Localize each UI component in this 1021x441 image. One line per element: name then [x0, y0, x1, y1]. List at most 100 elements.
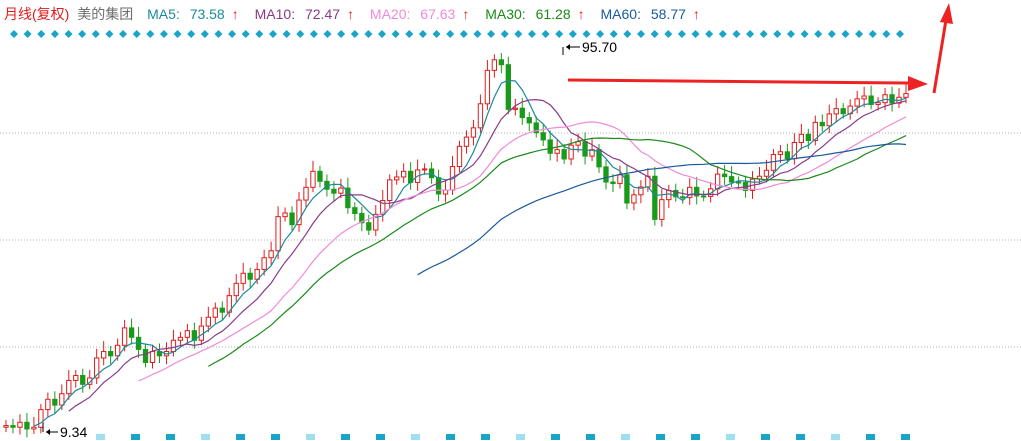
bottom-marker-icon [831, 434, 840, 440]
event-marker-icon [732, 30, 741, 38]
event-marker-icon [623, 30, 632, 38]
candle-body [512, 107, 518, 110]
event-marker-icon [309, 30, 318, 38]
candle-body [289, 212, 295, 226]
candle-body [282, 212, 288, 218]
candle-body [366, 222, 372, 231]
ma20-label: MA20: [369, 6, 411, 22]
candle-body [763, 169, 770, 177]
ma10-trend-icon: ↑ [347, 6, 355, 22]
event-marker-icon [364, 30, 373, 38]
candle-body [121, 327, 128, 346]
bottom-marker-icon [726, 434, 735, 440]
event-marker-icon [146, 30, 155, 38]
candle-body [631, 194, 637, 204]
candle-body [17, 421, 23, 428]
bottom-marker-icon [796, 434, 805, 440]
candle-body [80, 374, 86, 385]
high-price-label: 95.70 [582, 39, 617, 55]
candle-body [275, 216, 281, 252]
ma5-label: MA5: [147, 6, 180, 22]
event-marker-icon [173, 30, 182, 38]
candle-body [547, 139, 553, 154]
candle-body [352, 207, 358, 214]
ma10-value: 72.47 [304, 6, 341, 22]
bottom-marker-icon [306, 434, 315, 440]
event-marker-icon [37, 30, 46, 38]
candle-body [303, 186, 309, 201]
candle-body [526, 117, 532, 124]
ma60-value: 58.77 [650, 6, 686, 22]
bottom-marker-icon [376, 434, 385, 440]
candle-body [38, 409, 44, 428]
event-marker-icon [882, 30, 891, 38]
candle-body [777, 151, 784, 156]
event-marker-icon [746, 30, 755, 38]
ma30-value: 61.28 [535, 6, 571, 22]
bottom-marker-icon [166, 434, 175, 440]
event-marker-icon [786, 30, 795, 38]
bottom-marker-icon [621, 434, 630, 440]
stock-name: 美的集团 [77, 6, 134, 22]
candle-body [554, 149, 560, 154]
bottom-marker-icon [586, 434, 595, 440]
candle-body [107, 351, 114, 357]
event-marker-icon [500, 30, 509, 38]
candle-body [882, 94, 888, 104]
event-marker-icon [268, 30, 277, 38]
event-marker-icon [705, 30, 714, 38]
indicator-legend: 月线(复权) 美的集团 MA5: 73.58 ↑ MA10: 72.47 ↑ MA2… [4, 3, 712, 25]
event-marker-icon [827, 30, 836, 38]
candle-body [212, 307, 218, 318]
event-marker-icon [214, 30, 223, 38]
candle-body [10, 425, 16, 428]
candle-body [310, 170, 316, 188]
candle-body [498, 59, 505, 66]
bottom-marker-icon [516, 434, 525, 440]
bottom-marker-icon [656, 434, 665, 440]
event-marker-icon [759, 30, 768, 38]
candle-body [861, 95, 867, 100]
candle-body [331, 188, 337, 194]
candle-body [477, 103, 484, 129]
candle-body [491, 59, 498, 71]
candle-body [59, 393, 65, 406]
event-marker-icon [814, 30, 823, 38]
event-marker-icon [568, 30, 577, 38]
event-marker-icon [650, 30, 659, 38]
bottom-marker-icon [96, 434, 105, 440]
candle-body [142, 348, 149, 363]
ma5-indicator: MA5: 73.58 ↑ [147, 6, 245, 22]
candle-body [3, 425, 9, 428]
candle-body [394, 176, 400, 181]
candle-body [387, 179, 393, 201]
candle-body [401, 170, 407, 178]
candle-body [819, 121, 825, 127]
upward-arrow-line [932, 19, 948, 94]
event-marker-icon [119, 30, 128, 38]
candle-body [24, 421, 30, 430]
candle-body [484, 69, 491, 105]
candle-body [52, 398, 58, 406]
event-marker-row [10, 30, 904, 38]
event-marker-icon [405, 30, 414, 38]
event-marker-icon [527, 30, 536, 38]
bottom-marker-icon [446, 434, 455, 440]
bottom-marker-icon [551, 434, 560, 440]
event-marker-icon [800, 30, 809, 38]
event-marker-icon [432, 30, 441, 38]
candle-body [680, 196, 686, 199]
candle-body [73, 374, 79, 381]
candle-body [714, 173, 721, 190]
candle-body [519, 107, 525, 119]
event-marker-icon [555, 30, 564, 38]
event-marker-icon [677, 30, 686, 38]
event-marker-icon [337, 30, 346, 38]
candlesticks [3, 53, 909, 438]
ma30-label: MA30: [485, 6, 526, 22]
candle-body [247, 272, 253, 280]
candle-body [617, 174, 623, 185]
ma30-trend-icon: ↑ [577, 6, 585, 22]
ma60-indicator: MA60: 58.77 ↑ [601, 6, 706, 22]
event-marker-icon [323, 30, 332, 38]
